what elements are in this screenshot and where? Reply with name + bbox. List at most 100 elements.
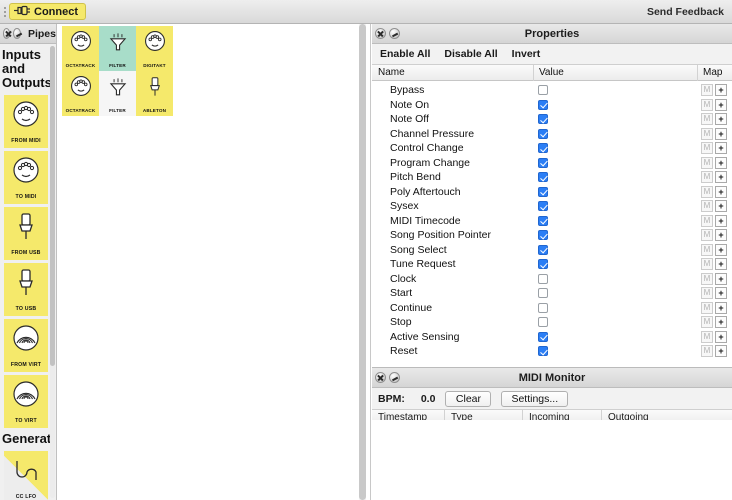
add-mapping-button[interactable]: +: [715, 258, 727, 271]
midi-learn-button[interactable]: M: [701, 345, 713, 358]
connect-button[interactable]: Connect: [9, 3, 86, 20]
midi-learn-button[interactable]: M: [701, 156, 713, 169]
table-row[interactable]: MIDI Timecode M +: [372, 214, 732, 229]
add-mapping-button[interactable]: +: [715, 272, 727, 285]
property-checkbox[interactable]: [538, 230, 548, 241]
midi-learn-button[interactable]: M: [701, 316, 713, 329]
property-checkbox[interactable]: [538, 172, 548, 183]
property-checkbox[interactable]: [538, 85, 548, 96]
node-filter-1[interactable]: FILTER: [99, 26, 136, 71]
table-row[interactable]: Song Position Pointer M +: [372, 228, 732, 243]
node-octatrack-1[interactable]: OCTATRACK: [62, 26, 99, 71]
midi-learn-button[interactable]: M: [701, 200, 713, 213]
table-row[interactable]: Start M +: [372, 286, 732, 301]
add-mapping-button[interactable]: +: [715, 156, 727, 169]
table-row[interactable]: Sysex M +: [372, 199, 732, 214]
add-mapping-button[interactable]: +: [715, 113, 727, 126]
clear-button[interactable]: Clear: [445, 390, 492, 407]
property-checkbox[interactable]: [538, 317, 548, 328]
sidebar-item-from-midi[interactable]: FROM MIDI: [4, 95, 48, 148]
property-checkbox[interactable]: [538, 302, 548, 313]
property-checkbox[interactable]: [538, 143, 548, 154]
property-checkbox[interactable]: [538, 331, 548, 342]
sidebar-item-to-virt[interactable]: TO VIRT: [4, 375, 48, 428]
table-row[interactable]: Song Select M +: [372, 243, 732, 258]
midi-learn-button[interactable]: M: [701, 272, 713, 285]
node-octatrack-2[interactable]: OCTATRACK: [62, 71, 99, 116]
tab-pipes[interactable]: Pipes: [24, 28, 56, 40]
send-feedback-link[interactable]: Send Feedback: [647, 6, 724, 18]
sidebar-item-from-usb[interactable]: FROM USB: [4, 207, 48, 260]
midi-learn-button[interactable]: M: [701, 229, 713, 242]
add-mapping-button[interactable]: +: [715, 142, 727, 155]
table-row[interactable]: Bypass M +: [372, 83, 732, 98]
enable-all-button[interactable]: Enable All: [380, 48, 430, 60]
midi-learn-button[interactable]: M: [701, 142, 713, 155]
add-mapping-button[interactable]: +: [715, 287, 727, 300]
property-checkbox[interactable]: [538, 259, 548, 270]
node-ableton[interactable]: ABLETON: [136, 71, 173, 116]
add-mapping-button[interactable]: +: [715, 301, 727, 314]
table-row[interactable]: Clock M +: [372, 272, 732, 287]
table-row[interactable]: Continue M +: [372, 301, 732, 316]
table-row[interactable]: Control Change M +: [372, 141, 732, 156]
property-checkbox[interactable]: [538, 157, 548, 168]
column-header-name[interactable]: Name: [372, 64, 534, 81]
midi-learn-button[interactable]: M: [701, 171, 713, 184]
close-icon[interactable]: [3, 28, 11, 39]
property-checkbox[interactable]: [538, 215, 548, 226]
table-row[interactable]: Note Off M +: [372, 112, 732, 127]
table-row[interactable]: Stop M +: [372, 315, 732, 330]
canvas-scrollbar[interactable]: [359, 24, 366, 500]
midi-learn-button[interactable]: M: [701, 287, 713, 300]
table-row[interactable]: Program Change M +: [372, 156, 732, 171]
property-checkbox[interactable]: [538, 114, 548, 125]
midi-learn-button[interactable]: M: [701, 113, 713, 126]
add-mapping-button[interactable]: +: [715, 127, 727, 140]
property-checkbox[interactable]: [538, 201, 548, 212]
add-mapping-button[interactable]: +: [715, 98, 727, 111]
disable-all-button[interactable]: Disable All: [444, 48, 497, 60]
table-row[interactable]: Active Sensing M +: [372, 330, 732, 345]
add-mapping-button[interactable]: +: [715, 214, 727, 227]
table-row[interactable]: Note On M +: [372, 98, 732, 113]
table-row[interactable]: Channel Pressure M +: [372, 127, 732, 142]
midi-learn-button[interactable]: M: [701, 84, 713, 97]
midi-learn-button[interactable]: M: [701, 214, 713, 227]
minimize-icon[interactable]: [13, 28, 21, 39]
node-filter-2[interactable]: FILTER: [99, 71, 136, 116]
midi-learn-button[interactable]: M: [701, 243, 713, 256]
add-mapping-button[interactable]: +: [715, 243, 727, 256]
midi-learn-button[interactable]: M: [701, 185, 713, 198]
add-mapping-button[interactable]: +: [715, 316, 727, 329]
property-checkbox[interactable]: [538, 99, 548, 110]
midi-learn-button[interactable]: M: [701, 330, 713, 343]
add-mapping-button[interactable]: +: [715, 200, 727, 213]
node-digitakt[interactable]: DIGITAKT: [136, 26, 173, 71]
sidebar-scrollbar[interactable]: [50, 46, 55, 498]
column-header-value[interactable]: Value: [534, 64, 698, 81]
property-checkbox[interactable]: [538, 273, 548, 284]
table-row[interactable]: Reset M +: [372, 344, 732, 359]
invert-button[interactable]: Invert: [512, 48, 541, 60]
property-checkbox[interactable]: [538, 244, 548, 255]
table-row[interactable]: Poly Aftertouch M +: [372, 185, 732, 200]
column-header-map[interactable]: Map: [698, 65, 732, 81]
midi-learn-button[interactable]: M: [701, 98, 713, 111]
sidebar-item-to-usb[interactable]: TO USB: [4, 263, 48, 316]
table-row[interactable]: Tune Request M +: [372, 257, 732, 272]
pipes-canvas[interactable]: OCTATRACK FILTER DIGITAKT OCTATRACK FILT…: [58, 24, 371, 500]
sidebar-item-cc-lfo[interactable]: CC LFO: [4, 451, 48, 500]
midi-learn-button[interactable]: M: [701, 127, 713, 140]
add-mapping-button[interactable]: +: [715, 84, 727, 97]
add-mapping-button[interactable]: +: [715, 330, 727, 343]
add-mapping-button[interactable]: +: [715, 185, 727, 198]
midi-learn-button[interactable]: M: [701, 301, 713, 314]
midi-learn-button[interactable]: M: [701, 258, 713, 271]
settings-button[interactable]: Settings...: [501, 390, 569, 407]
property-checkbox[interactable]: [538, 186, 548, 197]
table-row[interactable]: Pitch Bend M +: [372, 170, 732, 185]
sidebar-item-to-midi[interactable]: TO MIDI: [4, 151, 48, 204]
property-checkbox[interactable]: [538, 346, 548, 357]
add-mapping-button[interactable]: +: [715, 229, 727, 242]
